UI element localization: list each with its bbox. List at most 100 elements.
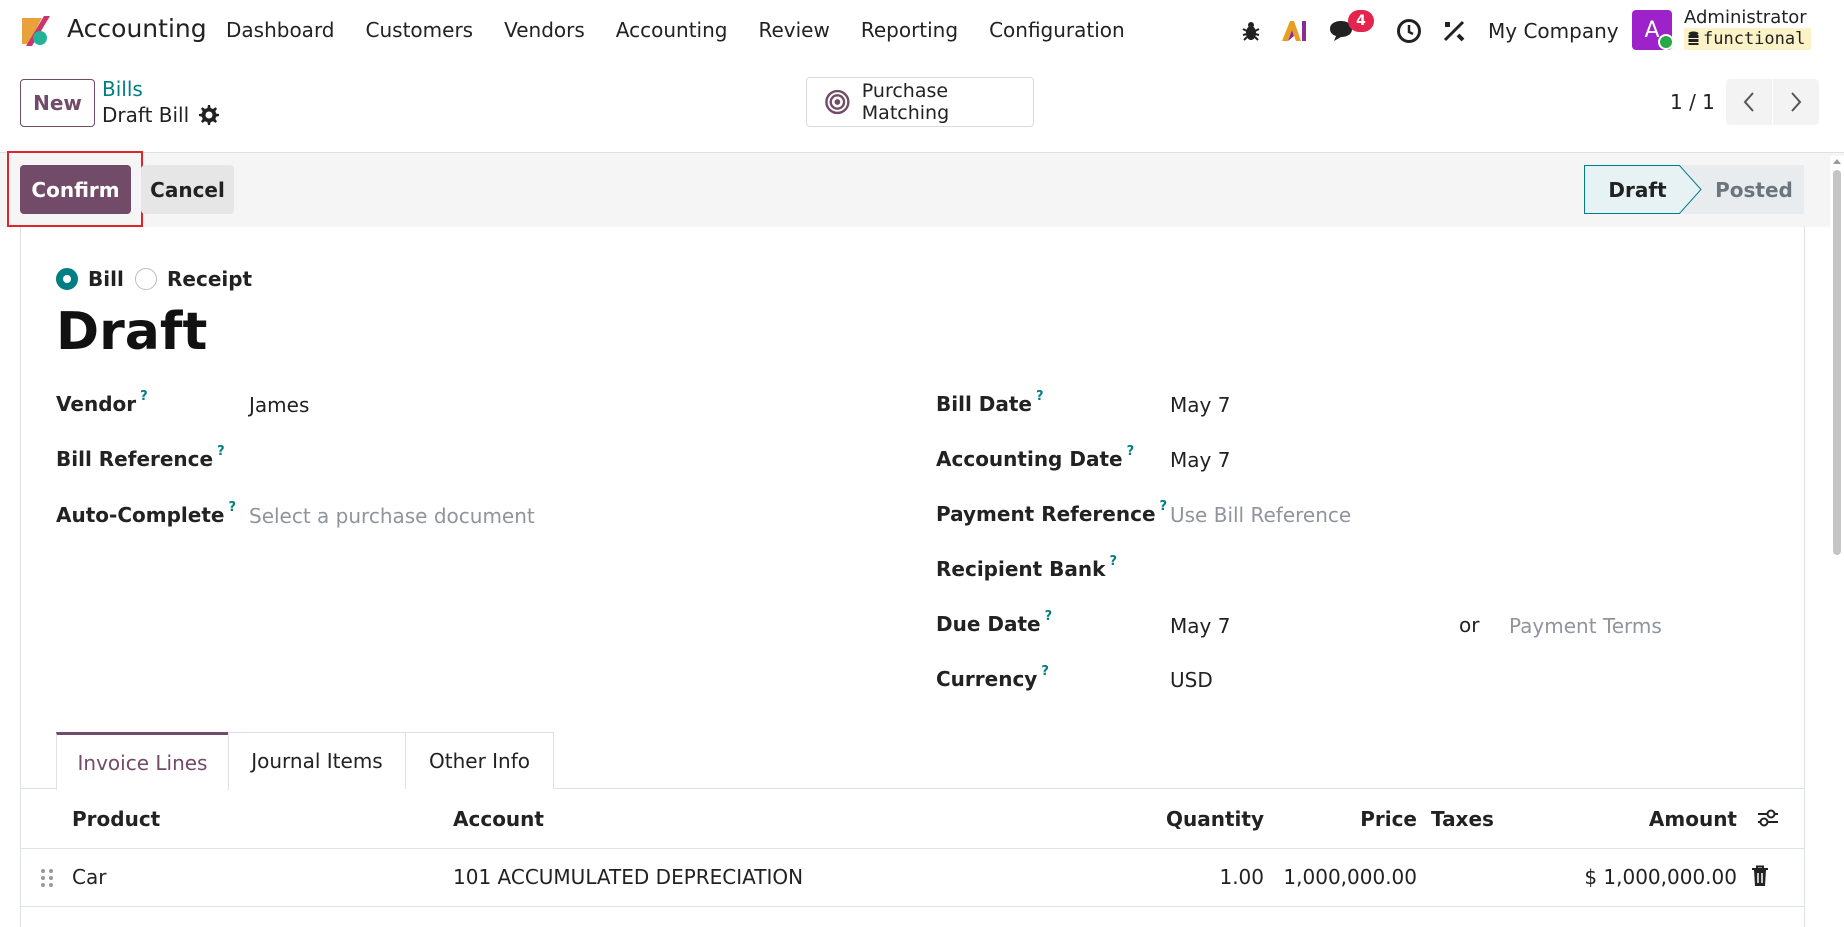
- messages-badge: 4: [1348, 10, 1374, 32]
- menu-configuration[interactable]: Configuration: [989, 18, 1125, 42]
- help-icon[interactable]: ?: [228, 500, 236, 515]
- auto-complete-field[interactable]: Select a purchase document: [249, 504, 535, 528]
- optional-columns-icon[interactable]: [1756, 806, 1780, 830]
- column-quantity[interactable]: Quantity: [1166, 807, 1264, 831]
- line-amount: $ 1,000,000.00: [1584, 865, 1737, 889]
- breadcrumb-current: Draft Bill: [102, 103, 190, 127]
- app-name[interactable]: Accounting: [67, 14, 207, 43]
- user-name[interactable]: Administrator: [1684, 7, 1807, 28]
- recipient-bank-field[interactable]: [1170, 558, 1770, 582]
- help-icon[interactable]: ?: [1127, 444, 1135, 459]
- menu-customers[interactable]: Customers: [366, 18, 474, 42]
- cancel-button[interactable]: Cancel: [141, 165, 234, 214]
- database-tag: functional: [1684, 28, 1812, 50]
- confirm-highlight-box: [7, 151, 143, 227]
- help-icon[interactable]: ?: [1036, 389, 1044, 404]
- stage-draft[interactable]: Draft: [1584, 165, 1680, 214]
- tab-journal-items[interactable]: Journal Items: [228, 732, 406, 789]
- company-switcher[interactable]: My Company: [1488, 19, 1619, 43]
- new-button[interactable]: New: [20, 79, 95, 127]
- radio-receipt[interactable]: [135, 268, 157, 290]
- help-icon[interactable]: ?: [1109, 554, 1117, 569]
- help-icon[interactable]: ?: [1160, 499, 1168, 514]
- vendor-label: Vendor?: [56, 389, 148, 416]
- column-product[interactable]: Product: [72, 807, 160, 831]
- bill-date-label-text: Bill Date: [936, 392, 1032, 416]
- help-icon[interactable]: ?: [140, 389, 148, 404]
- pager-value[interactable]: 1 / 1: [1670, 90, 1715, 114]
- accounting-app-icon[interactable]: [18, 14, 52, 48]
- line-quantity[interactable]: 1.00: [1219, 865, 1264, 889]
- drag-handle-icon[interactable]: [40, 868, 54, 888]
- database-name: functional: [1703, 29, 1806, 49]
- menu-review[interactable]: Review: [758, 18, 829, 42]
- currency-field[interactable]: USD: [1170, 668, 1213, 692]
- menu-vendors[interactable]: Vendors: [504, 18, 585, 42]
- radio-receipt-label[interactable]: Receipt: [167, 267, 252, 291]
- database-icon: [1688, 31, 1699, 45]
- column-taxes[interactable]: Taxes: [1431, 807, 1494, 831]
- line-product[interactable]: Car: [72, 865, 106, 889]
- pager-previous-button[interactable]: [1726, 79, 1772, 125]
- help-icon[interactable]: ?: [1041, 664, 1049, 679]
- pager-next-button[interactable]: [1773, 79, 1819, 125]
- column-account[interactable]: Account: [453, 807, 544, 831]
- currency-label: Currency?: [936, 664, 1049, 691]
- accounting-date-label: Accounting Date?: [936, 444, 1135, 471]
- table-header-divider: [21, 848, 1804, 849]
- stage-arrow: [1679, 165, 1705, 214]
- tab-other-info[interactable]: Other Info: [405, 732, 554, 789]
- gear-icon[interactable]: [197, 104, 219, 126]
- due-date-field[interactable]: May 7: [1170, 614, 1230, 638]
- scrollbar-thumb[interactable]: [1833, 170, 1841, 555]
- stage-posted[interactable]: Posted: [1704, 165, 1804, 214]
- payment-terms-field[interactable]: Payment Terms: [1509, 614, 1662, 638]
- presence-indicator: [1658, 34, 1674, 50]
- trash-icon[interactable]: [1750, 865, 1770, 887]
- column-price[interactable]: Price: [1360, 807, 1417, 831]
- document-title: Draft: [56, 302, 208, 362]
- due-date-or: or: [1459, 613, 1480, 637]
- top-navbar: Accounting Dashboard Customers Vendors A…: [0, 0, 1844, 62]
- currency-label-text: Currency: [936, 667, 1038, 691]
- due-date-label-text: Due Date: [936, 612, 1041, 636]
- bug-icon[interactable]: [1236, 16, 1266, 46]
- bill-date-label: Bill Date?: [936, 389, 1044, 416]
- help-icon[interactable]: ?: [217, 444, 225, 459]
- purchase-matching-label: Purchase Matching: [861, 80, 950, 124]
- payment-reference-label-text: Payment Reference: [936, 502, 1156, 526]
- payment-reference-field[interactable]: Use Bill Reference: [1170, 503, 1351, 527]
- purchase-matching-button[interactable]: Purchase Matching: [806, 77, 1034, 127]
- column-amount[interactable]: Amount: [1649, 807, 1737, 831]
- auto-complete-label: Auto-Complete?: [56, 500, 236, 527]
- recipient-bank-label: Recipient Bank?: [936, 554, 1117, 581]
- chevron-right-icon: [1791, 92, 1802, 112]
- vendor-field[interactable]: James: [249, 393, 309, 417]
- main-menu: Dashboard Customers Vendors Accounting R…: [226, 18, 1156, 42]
- payment-reference-label: Payment Reference?: [936, 499, 1168, 526]
- bill-reference-field[interactable]: [249, 448, 849, 472]
- bill-reference-label-text: Bill Reference: [56, 447, 214, 471]
- auto-complete-label-text: Auto-Complete: [56, 503, 225, 527]
- tools-icon[interactable]: [1439, 16, 1469, 46]
- clock-icon[interactable]: [1394, 16, 1424, 46]
- bill-reference-label: Bill Reference?: [56, 444, 225, 471]
- bill-date-field[interactable]: May 7: [1170, 393, 1230, 417]
- vendor-label-text: Vendor: [56, 392, 137, 416]
- breadcrumb-bills[interactable]: Bills: [102, 77, 143, 101]
- menu-dashboard[interactable]: Dashboard: [226, 18, 335, 42]
- line-account[interactable]: 101 ACCUMULATED DEPRECIATION: [453, 865, 803, 889]
- tab-invoice-lines[interactable]: Invoice Lines: [56, 732, 229, 790]
- accounting-date-field[interactable]: May 7: [1170, 448, 1230, 472]
- recipient-bank-label-text: Recipient Bank: [936, 557, 1106, 581]
- radio-bill-label[interactable]: Bill: [88, 267, 124, 291]
- scroll-up-arrow[interactable]: [1831, 157, 1843, 165]
- radio-bill[interactable]: [56, 268, 78, 290]
- ai-icon[interactable]: [1279, 16, 1309, 46]
- line-price[interactable]: 1,000,000.00: [1283, 865, 1417, 889]
- menu-accounting[interactable]: Accounting: [616, 18, 728, 42]
- menu-reporting[interactable]: Reporting: [861, 18, 958, 42]
- form-statusbar: [0, 153, 1844, 227]
- due-date-label: Due Date?: [936, 609, 1053, 636]
- help-icon[interactable]: ?: [1045, 609, 1053, 624]
